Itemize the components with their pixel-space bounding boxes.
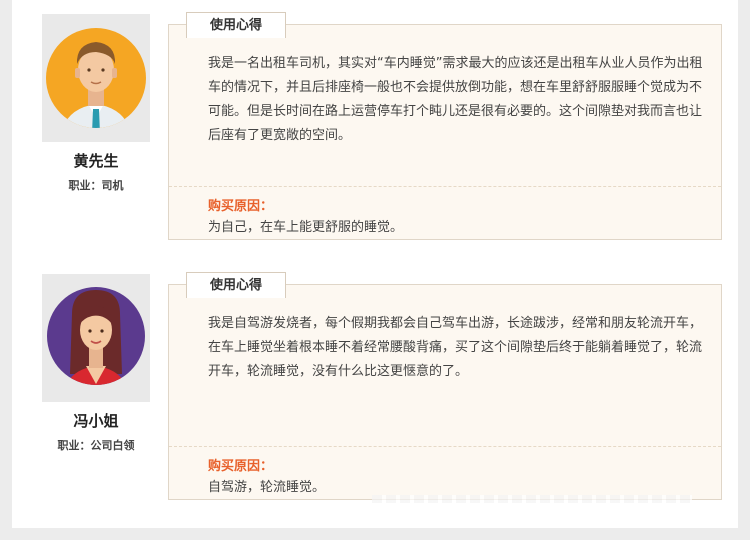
user-name: 黄先生: [73, 152, 119, 170]
purchase-reason-text: 自驾游，轮流睡觉。: [208, 480, 326, 495]
divider: [169, 446, 721, 447]
male-avatar-icon: [46, 28, 146, 128]
review-card: 黄先生 职业：司机 使用心得 我是一名出租车司机，其实对“车内睡觉”需求最大的应…: [12, 0, 738, 252]
occupation-label: 职业：: [57, 439, 91, 452]
occupation-label: 职业：: [68, 179, 102, 192]
review-text: 我是一名出租车司机，其实对“车内睡觉”需求最大的应该还是出租车从业人员作为出租车…: [208, 56, 703, 143]
reviews-panel: 黄先生 职业：司机 使用心得 我是一名出租车司机，其实对“车内睡觉”需求最大的应…: [12, 0, 738, 528]
user-name: 冯小姐: [73, 412, 119, 430]
review-text: 我是自驾游发烧者，每个假期我都会自己驾车出游，长途跋涉，经常和朋友轮流开车，在车…: [208, 316, 703, 379]
tab-usage-experience: 使用心得: [186, 12, 286, 38]
purchase-reason-title: 购买原因：: [208, 199, 274, 214]
bottom-fade: [372, 495, 692, 503]
female-avatar-icon: [47, 287, 145, 385]
user-occupation: 职业：司机: [42, 177, 150, 193]
purchase-reason-title: 购买原因：: [208, 459, 274, 474]
avatar: [42, 274, 150, 402]
avatar: [42, 14, 150, 142]
purchase-reason-text: 为自己，在车上能更舒服的睡觉。: [208, 220, 404, 235]
occupation-value: 公司白领: [90, 439, 135, 452]
occupation-value: 司机: [101, 179, 124, 192]
user-occupation: 职业：公司白领: [42, 437, 150, 453]
divider: [169, 186, 721, 187]
tab-usage-experience: 使用心得: [186, 272, 286, 298]
review-card: 冯小姐 职业：公司白领 使用心得 我是自驾游发烧者，每个假期我都会自己驾车出游，…: [12, 260, 738, 512]
